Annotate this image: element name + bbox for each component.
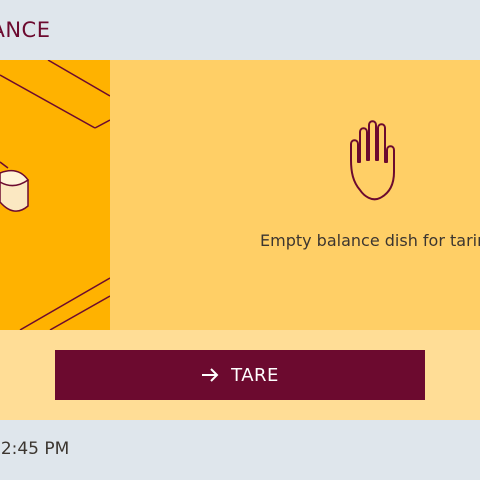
platform-edge-line xyxy=(49,295,110,330)
hand-stop-icon xyxy=(350,120,395,201)
platform-edge-line xyxy=(0,74,96,129)
weighing-dish-icon xyxy=(0,161,30,212)
info-panel: Empty balance dish for taring xyxy=(110,60,480,330)
footer-bar: 12:45 PM xyxy=(0,420,480,480)
arrow-right-icon xyxy=(202,368,219,382)
platform-edge-line xyxy=(94,119,110,129)
tare-button-label: TARE xyxy=(231,364,279,386)
header-bar: BALANCE xyxy=(0,0,480,60)
platform-edge-line xyxy=(47,60,110,97)
action-bar: TARE xyxy=(0,330,480,420)
balance-illustration-graphic xyxy=(0,60,110,330)
tare-button[interactable]: TARE xyxy=(55,350,425,400)
clock-time: 12:45 PM xyxy=(0,439,70,459)
balance-screen: BALANCE Empty balance dish for taring xyxy=(0,0,480,480)
page-title: BALANCE xyxy=(0,18,51,42)
instruction-text: Empty balance dish for taring xyxy=(260,231,480,250)
balance-illustration xyxy=(0,60,110,330)
